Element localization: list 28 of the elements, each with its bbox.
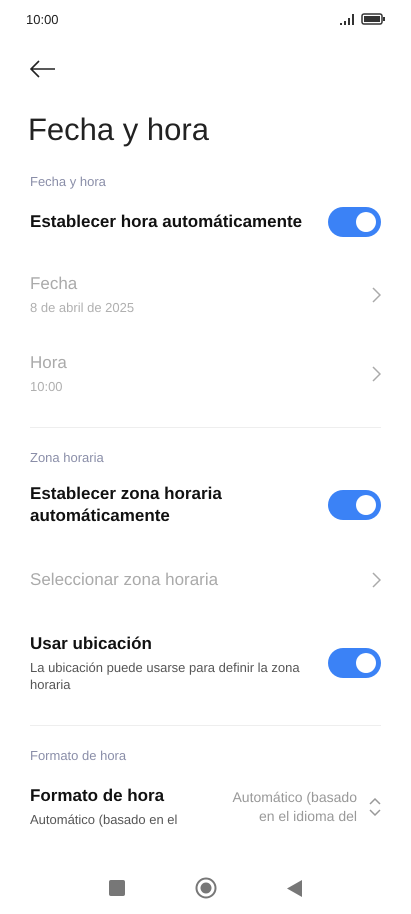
setting-label: Establecer hora automáticamente	[30, 211, 304, 233]
section-header: Formato de hora	[30, 748, 128, 763]
setting-description: 10:00	[30, 378, 64, 395]
toggle-switch[interactable]	[328, 490, 381, 520]
setting-label: Establecer zona horaria automáticamente	[30, 483, 223, 527]
status-time: 10:00	[26, 12, 59, 26]
setting-label: Hora	[30, 352, 68, 374]
home-icon[interactable]	[195, 877, 217, 899]
setting-description: 8 de abril de 2025	[30, 299, 136, 316]
setting-description: La ubicación puede usarse para definir la zona horaria	[30, 659, 301, 693]
toggle-switch[interactable]	[328, 648, 381, 678]
page-title: Fecha y hora	[28, 112, 210, 148]
battery-icon	[361, 13, 385, 25]
setting-description: Automático (basado en el	[30, 811, 178, 828]
setting-label: Usar ubicación	[30, 633, 153, 655]
section-header: Zona horaria	[30, 450, 105, 465]
up-down-icon[interactable]	[369, 798, 381, 816]
setting-label: Seleccionar zona horaria	[30, 569, 220, 591]
toggle-switch[interactable]	[328, 207, 381, 237]
signal-icon	[340, 14, 356, 24]
section-header: Fecha y hora	[30, 174, 107, 189]
chevron-right-icon	[372, 572, 381, 588]
setting-label: Fecha	[30, 273, 78, 295]
chevron-right-icon	[372, 286, 381, 302]
setting-label: Formato de hora	[30, 785, 166, 807]
setting-value: Automático (basado en el idioma del	[231, 788, 357, 826]
back-icon[interactable]	[287, 880, 302, 896]
chevron-right-icon	[372, 366, 381, 382]
